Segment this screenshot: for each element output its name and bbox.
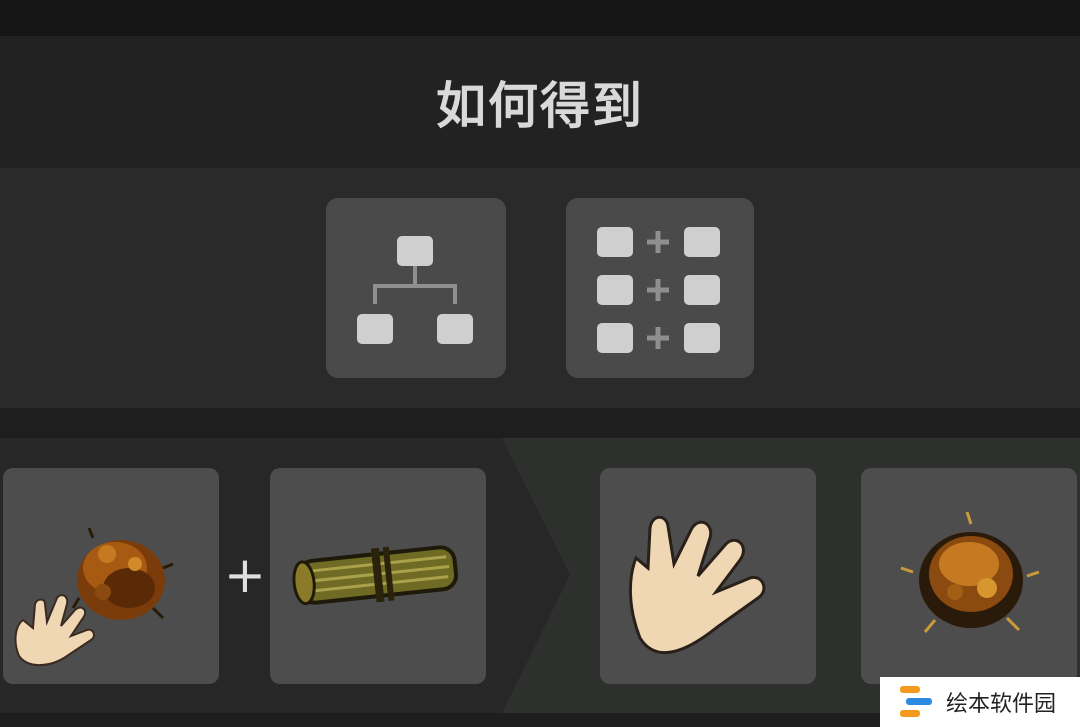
result-slot-hand[interactable] (600, 468, 816, 684)
watermark-logo-icon (900, 686, 932, 717)
reed-bundle-icon (292, 545, 459, 606)
burning-tinder-icon (900, 511, 1040, 633)
recipe-grid-icon (597, 227, 720, 353)
section-divider (0, 408, 1080, 438)
plus-operator: + (224, 546, 266, 604)
tinder-pile-icon (14, 527, 174, 666)
tree-icon (357, 236, 473, 344)
result-slot-tinder[interactable] (861, 468, 1077, 684)
hand-icon (628, 515, 766, 655)
ingredient-slot-reeds[interactable] (270, 468, 486, 684)
ingredient-slot-tinder[interactable] (3, 468, 219, 684)
top-bar (0, 0, 1080, 36)
watermark: 绘本软件园 (880, 677, 1080, 727)
grid-view-button[interactable] (566, 198, 754, 378)
tree-view-button[interactable] (326, 198, 506, 378)
page-title: 如何得到 (436, 77, 644, 135)
hand-icon (14, 594, 95, 666)
watermark-text: 绘本软件园 (946, 692, 1057, 717)
mode-bar (0, 168, 1080, 408)
